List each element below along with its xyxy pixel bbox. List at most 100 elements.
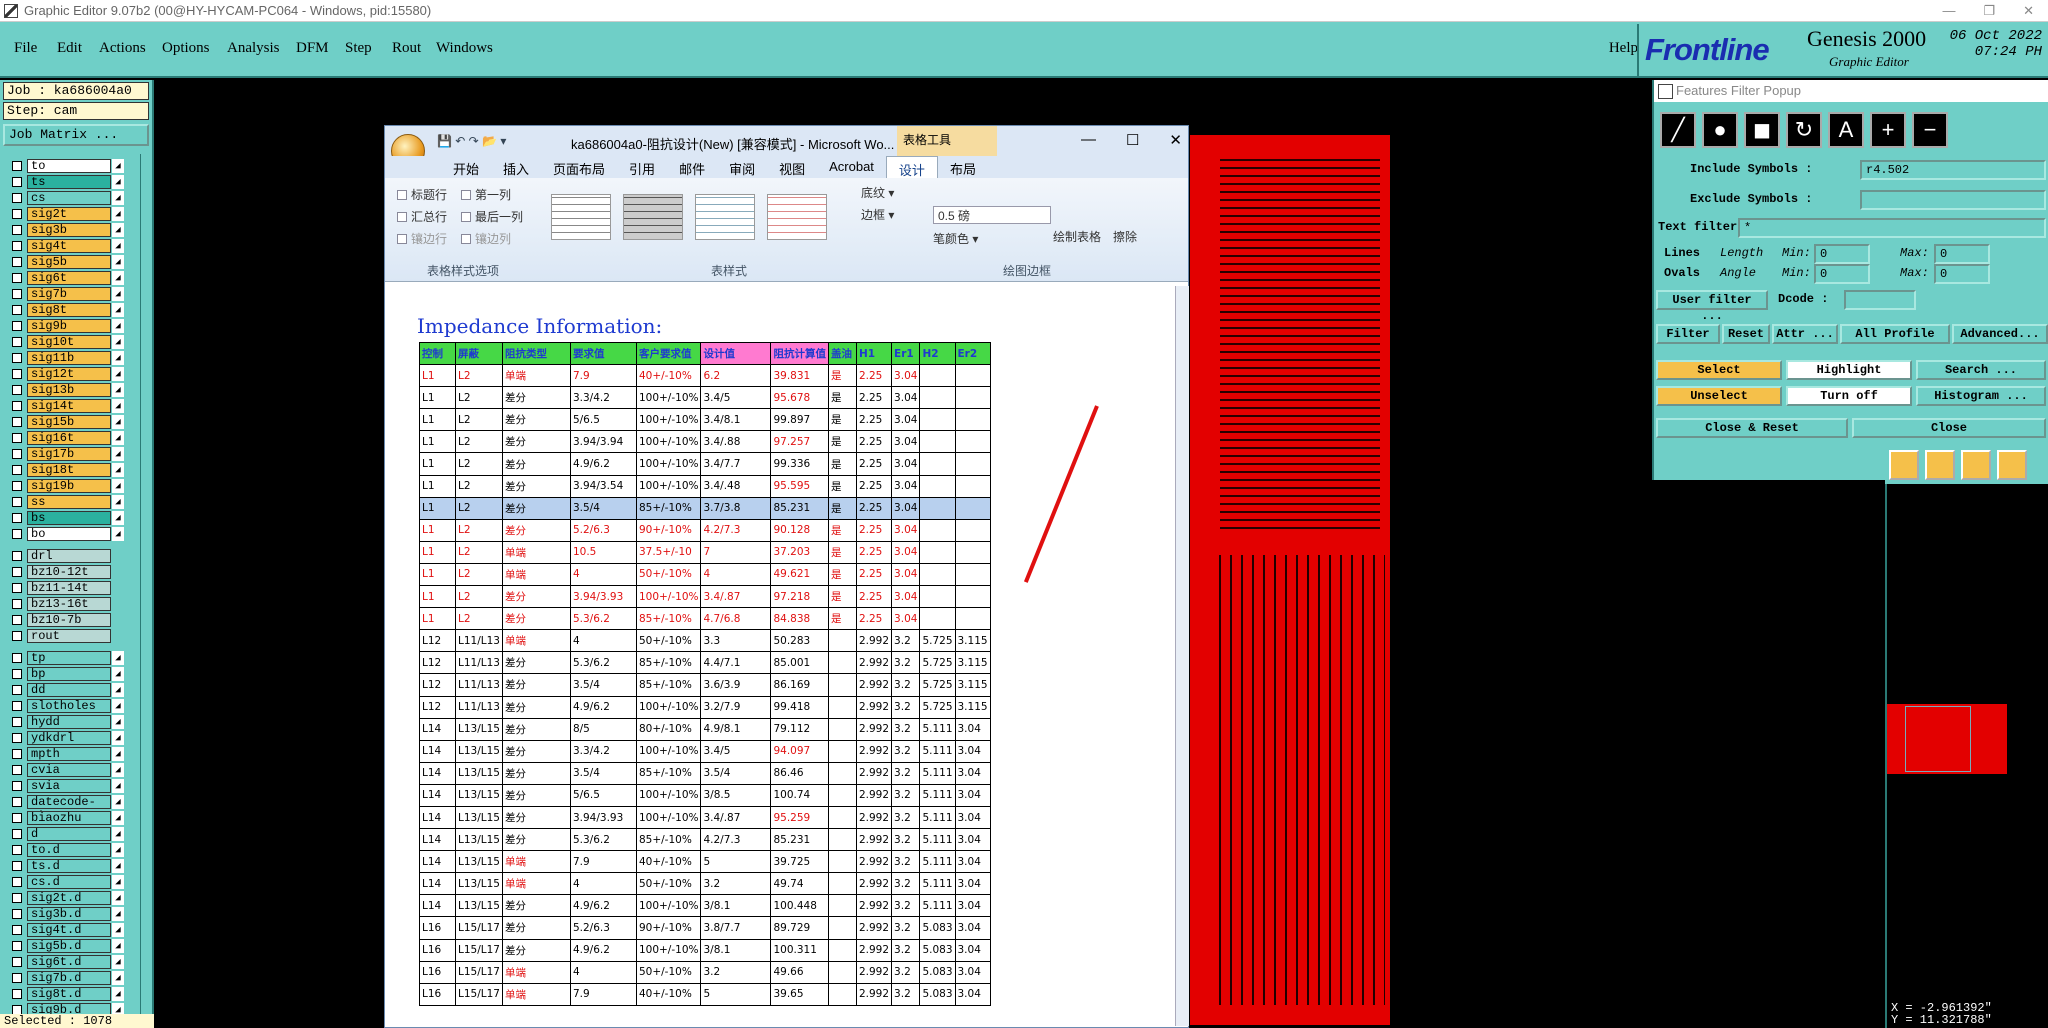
table-row[interactable]: L1 L2 单端 10.5 37.5+/-10 7 37.203 是 2.25 3.04: [419, 540, 991, 564]
layer-name[interactable]: sig17b: [27, 447, 111, 461]
menu-analysis[interactable]: Analysis: [227, 40, 280, 57]
layer-checkbox[interactable]: [12, 433, 22, 443]
document-page[interactable]: Impedance Information: 控制 屏蔽 阻抗类型 要求值 客户要求值设…: [385, 286, 1175, 1026]
layer-checkbox[interactable]: [12, 567, 22, 577]
layer-checkbox[interactable]: [12, 241, 22, 251]
ribbon-tab[interactable]: 邮件: [667, 156, 717, 178]
layer-checkbox[interactable]: [12, 385, 22, 395]
layer-row[interactable]: bp ◢: [2, 666, 142, 682]
table-row[interactable]: L14 L13/L15 单端 7.9 40+/-10% 5 39.725 2.992 3.2 5.…: [419, 850, 991, 874]
close-button[interactable]: Close: [1852, 418, 2046, 438]
layer-name[interactable]: sig10t: [27, 335, 111, 349]
layer-checkbox[interactable]: [12, 685, 22, 695]
table-row[interactable]: L16 L15/L17 单端 4 50+/-10% 3.2 49.66 2.992 3.2 5.0…: [419, 960, 991, 984]
layer-checkbox[interactable]: [12, 337, 22, 347]
layer-checkbox[interactable]: [12, 551, 22, 561]
layer-row[interactable]: mpth ◢: [2, 746, 142, 762]
layer-name[interactable]: ydkdrl: [27, 731, 111, 745]
layer-name[interactable]: bz10-12t: [27, 565, 111, 579]
close-icon[interactable]: ✕: [2023, 3, 2034, 19]
table-row[interactable]: L1 L2 单端 7.9 40+/-10% 6.2 39.831 是 2.25 3.04: [419, 364, 991, 388]
layer-name[interactable]: cs: [27, 191, 111, 205]
shading-button[interactable]: 底纹 ▾: [861, 184, 894, 201]
ribbon-tab[interactable]: 页面布局: [541, 156, 617, 178]
layer-row[interactable]: sig2t ◢: [2, 206, 142, 222]
layer-name[interactable]: ts: [27, 175, 111, 189]
layer-checkbox[interactable]: [12, 749, 22, 759]
pointer-move-icon[interactable]: [1961, 450, 1991, 480]
layer-row[interactable]: cs.d ◢: [2, 874, 142, 890]
include-symbols-input[interactable]: r4.502: [1860, 160, 2046, 180]
layer-name[interactable]: drl: [27, 549, 111, 563]
layer-name[interactable]: sig6t.d: [27, 955, 111, 969]
layer-name[interactable]: sig19b: [27, 479, 111, 493]
table-row[interactable]: L1 L2 差分 5.3/6.2 85+/-10% 4.7/6.8 84.838 是 2.25 3…: [419, 607, 991, 631]
word-minimize-icon[interactable]: —: [1081, 131, 1096, 149]
layer-name[interactable]: cs.d: [27, 875, 111, 889]
highlight-button[interactable]: Highlight: [1786, 360, 1912, 380]
table-row[interactable]: L12 L11/L13 差分 3.5/4 85+/-10% 3.6/3.9 86.169 2.…: [419, 673, 991, 697]
menu-help[interactable]: Help: [1609, 40, 1638, 57]
layer-checkbox[interactable]: [12, 829, 22, 839]
layer-checkbox[interactable]: [12, 941, 22, 951]
layer-checkbox[interactable]: [12, 321, 22, 331]
layer-row[interactable]: sig13b ◢: [2, 382, 142, 398]
layer-checkbox[interactable]: [12, 701, 22, 711]
unselect-button[interactable]: Unselect: [1656, 386, 1782, 406]
layer-row[interactable]: hydd ◢: [2, 714, 142, 730]
layer-name[interactable]: sig13b: [27, 383, 111, 397]
pen-color-button[interactable]: 笔颜色 ▾: [933, 230, 978, 247]
layer-name[interactable]: d: [27, 827, 111, 841]
layer-checkbox[interactable]: [12, 797, 22, 807]
menu-step[interactable]: Step: [345, 40, 372, 57]
length-max-input[interactable]: 0: [1934, 244, 1990, 264]
layer-name[interactable]: sig7b.d: [27, 971, 111, 985]
layer-checkbox[interactable]: [12, 861, 22, 871]
option-first-column[interactable]: 第一列: [461, 186, 511, 203]
table-row[interactable]: L16 L15/L17 差分 5.2/6.3 90+/-10% 3.8/7.7 89.729…: [419, 916, 991, 940]
layer-name[interactable]: sig3b.d: [27, 907, 111, 921]
layer-checkbox[interactable]: [12, 353, 22, 363]
layer-row[interactable]: sig5b.d ◢: [2, 938, 142, 954]
layer-name[interactable]: cvia: [27, 763, 111, 777]
layer-checkbox[interactable]: [12, 465, 22, 475]
layer-row[interactable]: cvia ◢: [2, 762, 142, 778]
layer-checkbox[interactable]: [12, 273, 22, 283]
layer-row[interactable]: d ◢: [2, 826, 142, 842]
table-row[interactable]: L1 L2 差分 5.2/6.3 90+/-10% 4.2/7.3 90.128 是 2.25 3…: [419, 518, 991, 542]
layer-checkbox[interactable]: [12, 653, 22, 663]
layer-checkbox[interactable]: [12, 417, 22, 427]
layer-name[interactable]: sig4t.d: [27, 923, 111, 937]
attr-button[interactable]: Attr ...: [1772, 324, 1838, 344]
layer-checkbox[interactable]: [12, 909, 22, 919]
layer-row[interactable]: bz10-12t: [2, 564, 142, 580]
layer-name[interactable]: bs: [27, 511, 111, 525]
angle-min-input[interactable]: 0: [1814, 264, 1870, 284]
user-filter-button[interactable]: User filter ...: [1656, 290, 1768, 323]
layer-name[interactable]: bz13-16t: [27, 597, 111, 611]
layer-name[interactable]: mpth: [27, 747, 111, 761]
line-feature-icon[interactable]: ╱: [1660, 112, 1696, 148]
draw-table-button[interactable]: 绘制表格: [1053, 228, 1101, 245]
layer-name[interactable]: sig8t.d: [27, 987, 111, 1001]
ribbon-tab[interactable]: 开始: [441, 156, 491, 178]
layer-row[interactable]: sig11b ◢: [2, 350, 142, 366]
layer-row[interactable]: ss ◢: [2, 494, 142, 510]
layer-row[interactable]: sig17b ◢: [2, 446, 142, 462]
layer-checkbox[interactable]: [12, 497, 22, 507]
layer-name[interactable]: tp: [27, 651, 111, 665]
layer-checkbox[interactable]: [12, 401, 22, 411]
table-style-1[interactable]: [551, 194, 611, 240]
layer-name[interactable]: sig11b: [27, 351, 111, 365]
select-button[interactable]: Select: [1656, 360, 1782, 380]
layer-name[interactable]: sig9b: [27, 319, 111, 333]
layer-row[interactable]: dd ◢: [2, 682, 142, 698]
filter-toggle[interactable]: Filter: [1656, 324, 1720, 344]
word-maximize-icon[interactable]: ☐: [1126, 131, 1139, 149]
layer-name[interactable]: bo: [27, 527, 111, 541]
ovals-checkbox[interactable]: Ovals: [1664, 266, 1700, 280]
overview-panel[interactable]: X = -2.961392" Y = 11.321788": [1885, 484, 2048, 1028]
layer-row[interactable]: drl: [2, 548, 142, 564]
layer-row[interactable]: svia ◢: [2, 778, 142, 794]
layer-checkbox[interactable]: [12, 813, 22, 823]
